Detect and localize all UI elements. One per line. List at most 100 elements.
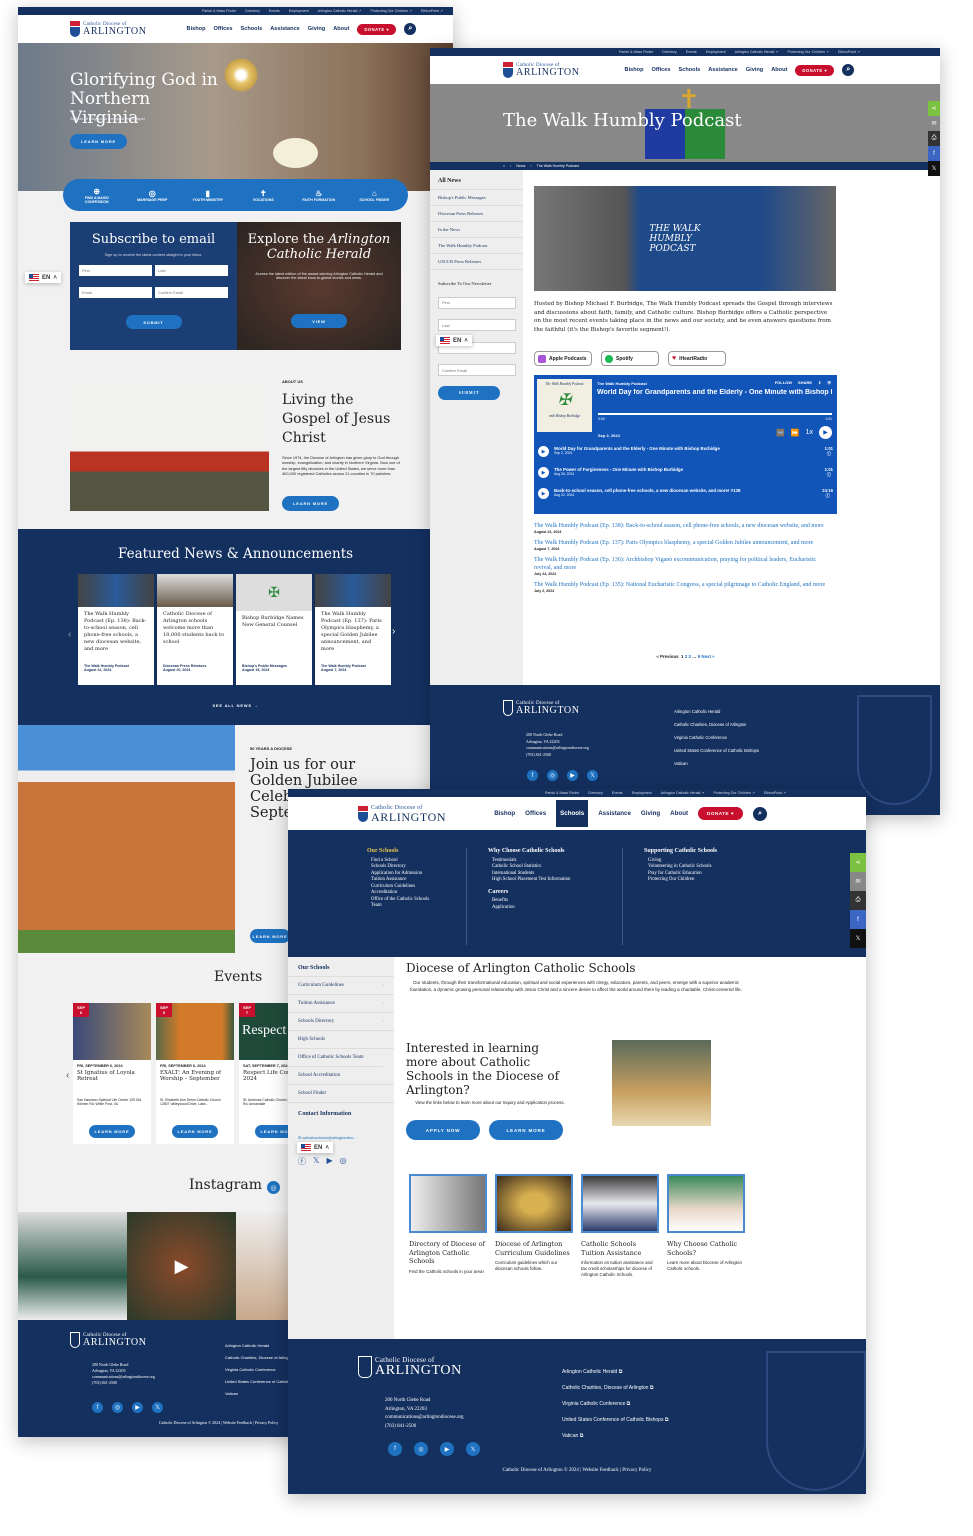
page-9[interactable]: 9 [698, 654, 700, 659]
nav-bishop[interactable]: Bishop [187, 26, 206, 32]
instagram-icon[interactable]: ◎ [547, 770, 558, 781]
article-item[interactable]: The Walk Humbly Podcast (Ep. 135): Natio… [534, 581, 829, 593]
footer-link[interactable]: Arlington Catholic Herald ⧉ [562, 1364, 668, 1380]
nav-assistance[interactable]: Assistance [708, 67, 738, 73]
mega-heading-careers[interactable]: Careers [488, 889, 608, 896]
search-icon[interactable]: ⌕ [404, 23, 417, 35]
share-icon[interactable]: ⋖ [850, 853, 866, 872]
nav-offices[interactable]: Offices [214, 26, 233, 32]
instagram-icon[interactable]: ◎ [267, 1181, 280, 1194]
mega-item[interactable]: Application [492, 905, 608, 912]
mega-item[interactable]: Office of the Catholic Schools Team [371, 897, 436, 910]
sidebar-item[interactable]: Tuition Assistance › [288, 995, 394, 1013]
utility-link[interactable]: Arlington Catholic Herald ↗ [318, 9, 362, 13]
footer-link[interactable]: United States Conference of Catholic Bis… [562, 1412, 668, 1428]
utility-link[interactable]: Protecting Our Children ↗ [713, 791, 755, 795]
nav-offices[interactable]: Offices [652, 67, 671, 73]
nav-about[interactable]: About [771, 67, 787, 73]
article-item[interactable]: The Walk Humbly Podcast (Ep. 138): Back-… [534, 522, 829, 534]
quick-link-mass[interactable]: ⊕ Find a Mass/ Confession [73, 187, 121, 204]
utility-link[interactable]: Events [269, 9, 280, 13]
youtube-icon[interactable]: ▶ [440, 1442, 454, 1456]
x-share-icon[interactable]: 𝕏 [928, 161, 940, 176]
feedback-link[interactable]: Website Feedback [223, 1420, 252, 1425]
newsletter-last-input[interactable] [438, 319, 516, 331]
print-icon[interactable]: ⎙ [850, 891, 866, 910]
event-card[interactable]: SEP 6 FRI, SEPTEMBER 6, 2024 EXALT: An Even… [156, 1003, 234, 1144]
utility-link[interactable]: Parish & Mass Finder [202, 9, 236, 13]
instagram-post[interactable] [18, 1212, 127, 1320]
utility-link[interactable]: Employment [706, 50, 726, 54]
facebook-icon[interactable]: f [92, 1402, 103, 1413]
school-card[interactable]: Why Choose Catholic Schools? Learn more a… [667, 1174, 745, 1278]
mega-heading-supporting[interactable]: Supporting Catholic Schools [644, 848, 764, 855]
article-item[interactable]: The Walk Humbly Podcast (Ep. 137): Paris… [534, 539, 829, 551]
quick-link-marriage[interactable]: ◎ Marriage Prep [128, 189, 176, 202]
footer-link[interactable]: Virginia Catholic Conference ⧉ [562, 1396, 668, 1412]
sidebar-item[interactable]: In the News [430, 222, 523, 238]
breadcrumb-news[interactable]: News [516, 164, 525, 168]
footer-link[interactable]: United States Conference of Catholic Bis… [674, 744, 759, 757]
about-learn-more-button[interactable]: Learn More [282, 496, 339, 511]
mega-item[interactable]: High School Placement Test Information [492, 877, 577, 884]
email-input[interactable] [79, 287, 152, 298]
sidebar-item[interactable]: Diocesan Press Releases [430, 206, 523, 222]
nav-schools[interactable]: Schools [240, 26, 262, 32]
apple-podcasts-badge[interactable]: Apple Podcasts [534, 351, 592, 366]
news-card[interactable]: The Walk Humbly Podcast (Ep. 138): Back-… [78, 574, 154, 685]
feedback-link[interactable]: Website Feedback [582, 1468, 618, 1473]
youtube-icon[interactable]: ▶ [326, 1156, 332, 1167]
sidebar-our-schools[interactable]: Our Schools [288, 957, 394, 977]
events-prev-arrow[interactable]: ‹ [66, 1070, 69, 1081]
episode-row[interactable]: ▶ Back-to-school season, cell phone-free … [538, 488, 833, 509]
contact-email[interactable]: ✉ catholicschools@arlingtondioc... [298, 1135, 384, 1140]
nav-offices[interactable]: Offices [525, 810, 546, 817]
nav-about[interactable]: About [670, 810, 688, 817]
utility-link[interactable]: EthicsPoint ↗ [421, 9, 443, 13]
subscribe-submit-button[interactable]: Submit [125, 315, 182, 329]
search-icon[interactable]: ⌕ [753, 806, 768, 821]
learn-more-button[interactable]: Learn More [489, 1120, 563, 1140]
print-icon[interactable]: ⎙ [928, 131, 940, 146]
news-prev-arrow[interactable]: ‹ [68, 629, 71, 640]
hero-learn-more-button[interactable]: Learn More [70, 134, 127, 149]
news-card[interactable]: The Walk Humbly Podcast (Ep. 137): Paris… [315, 574, 391, 685]
footer-link[interactable]: Vatican ⧉ [562, 1428, 668, 1444]
sidebar-item[interactable]: Schools Directory › [288, 1013, 394, 1031]
instagram-icon[interactable]: ◎ [340, 1156, 347, 1167]
first-name-input[interactable] [79, 265, 152, 276]
sidebar-item[interactable]: Office of Catholic Schools Team [288, 1049, 383, 1067]
pagination-next[interactable]: Next » [701, 654, 714, 659]
episode-row[interactable]: ▶ The Power of Forgiveness - One Minute w… [538, 467, 833, 488]
site-logo[interactable]: Catholic Diocese of Arlington [503, 62, 580, 78]
x-icon[interactable]: 𝕏 [152, 1402, 163, 1413]
utility-link[interactable]: Protecting Our Children ↗ [787, 50, 829, 54]
utility-link[interactable]: Protecting Our Children ↗ [370, 9, 412, 13]
school-card[interactable]: Catholic Schools Tuition Assistance Infor… [581, 1174, 659, 1278]
instagram-icon[interactable]: ◎ [414, 1442, 428, 1456]
newsletter-submit-button[interactable]: Submit [438, 385, 500, 400]
nav-giving[interactable]: Giving [641, 810, 660, 817]
donate-button[interactable]: DONATE ♥ [795, 64, 835, 76]
utility-link[interactable]: Directory [662, 50, 676, 54]
site-logo[interactable]: Catholic Diocese of Arlington [358, 805, 446, 823]
fast-forward-icon[interactable]: ⏩ [791, 429, 800, 437]
newsletter-first-input[interactable] [438, 296, 516, 309]
utility-link[interactable]: Parish & Mass Finder [619, 50, 653, 54]
iheartradio-badge[interactable]: ♥ iHeartRadio [668, 351, 726, 366]
footer-link[interactable]: Catholic Charities, Diocese of Arlington [674, 718, 759, 731]
playlist-icon[interactable]: ☰ [827, 380, 831, 385]
mega-item[interactable]: Protecting Our Children [648, 877, 764, 884]
player-progress-track[interactable] [598, 413, 832, 415]
sidebar-item[interactable]: High Schools [288, 1031, 394, 1049]
language-selector[interactable]: EN ˄ [297, 1142, 333, 1153]
nav-schools[interactable]: Schools [556, 800, 589, 827]
article-item[interactable]: The Walk Humbly Podcast (Ep. 136): Archb… [534, 556, 829, 576]
quick-link-school[interactable]: ⌂ School Finder [350, 189, 398, 202]
nav-about[interactable]: About [333, 26, 349, 32]
nav-assistance[interactable]: Assistance [270, 26, 300, 32]
see-all-news-link[interactable]: SEE ALL NEWS → [18, 703, 453, 708]
mega-heading-why-choose[interactable]: Why Choose Catholic Schools [488, 848, 608, 855]
facebook-share-icon[interactable]: f [850, 910, 866, 929]
email-share-icon[interactable]: ✉ [928, 116, 940, 131]
